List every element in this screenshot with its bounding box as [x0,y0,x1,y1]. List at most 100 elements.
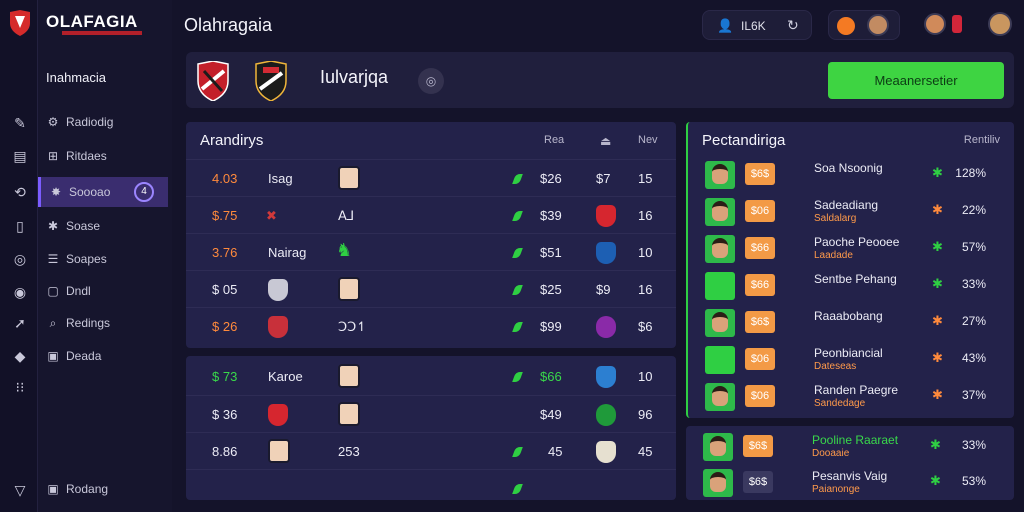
user-icon: 👤 [717,18,734,33]
bolt-icon: ✱ [47,219,59,233]
match-row[interactable]: 8.86 253 45 45 [186,432,676,469]
arrow-icon[interactable]: ➚ [12,315,28,331]
sidebar-item-ritdaes[interactable]: ⊞ Ritdaes [38,141,168,171]
value-cell: $49 [540,407,562,422]
sidebar-item-label: Soapes [66,252,107,266]
player-sub: Sandedage [814,398,866,409]
sidebar-item-label: Dndl [66,284,91,298]
left-rail: ✎ ▤ ⟲ ▯ ◎ ◉ ➚ ◆ ⁝⁝ ▽ [0,0,38,512]
info-icon[interactable]: ◎ [418,68,444,94]
team-badge-icon [268,279,288,301]
sidebar-item-label: Radiodig [66,115,114,129]
ranking-row[interactable]: $6$ Pooline Raaraet Dooaaie ✱ 33% [686,428,1014,465]
notification-pill[interactable] [918,10,972,40]
ranking-row[interactable]: $6$ Soa Nsoonig ✱ 128% [688,156,1014,193]
amount-badge: $6$ [745,163,775,185]
ranking-row[interactable]: $66 Paoche Peooee Laadade ✱ 57% [688,230,1014,267]
odds-value: $ 73 [212,369,238,384]
match-row[interactable] [186,469,676,500]
star-icon: ✱ [932,350,943,365]
match-row[interactable]: $ 05 $25 $9 16 [186,270,676,307]
amount-badge: $6$ [743,471,773,493]
player-name: Soa Nsoonig [814,161,883,175]
box-icon: ▣ [47,482,59,496]
percent-value: 22% [961,203,986,217]
ranking-row[interactable]: $66 Sentbe Pehang ✱ 33% [688,267,1014,304]
check-icon [512,285,523,295]
player-name: Pooline Raaraet [812,433,899,447]
value-cell: $25 [540,282,562,297]
ranking-row[interactable]: $6$ Pesanvis Vaig Paianonge ✱ 53% [686,464,1014,501]
primary-action-button[interactable]: Meaanersetier [828,62,1004,99]
team-badge-icon [596,366,616,388]
value-cell: $6 [638,319,653,334]
match-row[interactable]: $ 36 $49 96 [186,395,676,432]
ranking-row[interactable]: $06 Peonbiancial Dateseas ✱ 43% [688,341,1014,378]
percent-value: 37% [961,388,986,402]
sidebar-item-soooao[interactable]: ✸ Soooao 4 [38,177,168,207]
user-balance-pill[interactable]: 👤 IL6K ↻ [702,10,812,40]
team-badge-icon [596,441,616,463]
value-cell: 45 [548,444,563,459]
odds-value: $.75 [212,208,238,223]
amount-badge: $66 [745,274,775,296]
team-crest-home-icon [197,61,229,101]
user-avatar[interactable] [924,13,946,35]
shield-logo-icon[interactable] [9,10,31,36]
match-row[interactable]: $ 26 ꓛꓛ↿ $99 $6 [186,307,676,344]
value-cell: $51 [540,245,562,260]
match-row[interactable]: 3.76 Nairag ♞ $51 10 [186,233,676,270]
match-row[interactable]: 4.03 Isag $26 $7 15 [186,159,676,196]
panel-title: Arandirys [200,132,264,149]
target-icon[interactable]: ◉ [12,284,28,300]
match-row[interactable]: $ 73 Karoe $66 10 [186,358,676,395]
player-name: Paoche Peooee [814,235,900,249]
player-name: Pesanvis Vaig [812,469,888,483]
refresh-icon[interactable]: ↻ [787,17,799,34]
player-name: Randen Paegre [814,383,899,397]
odds-value: 3.76 [212,245,238,260]
sidebar-item-soase[interactable]: ✱ Soase [38,211,168,241]
player-avatar [338,166,360,190]
sliders-icon[interactable]: ⁝⁝ [12,379,28,395]
sync-icon[interactable]: ⟲ [12,184,28,200]
player-name: Peonbiancial [814,346,883,360]
value-cell: 16 [638,208,653,223]
player-avatar [268,439,290,463]
sidebar-item-label: Soooao [69,185,111,199]
circle-icon[interactable]: ◎ [12,251,28,267]
player-sub: Paianonge [812,484,860,495]
value-cell: $26 [540,171,562,186]
column-header: Nev [638,134,658,146]
player-avatar [705,346,735,374]
star-icon: ✱ [932,387,943,402]
pin-icon[interactable]: ◆ [12,348,28,364]
sidebar-item-radiodig[interactable]: ⚙ Radiodig [38,107,168,137]
sidebar-item-soapes[interactable]: ☰ Soapes [38,244,168,274]
sidebar-item-deada[interactable]: ▣ Deada [38,341,168,371]
odds-value: $ 36 [212,407,238,422]
player-sub: Dooaaie [812,448,850,459]
ranking-row[interactable]: $06 Randen Paegre Sandedage ✱ 37% [688,378,1014,415]
match-row[interactable]: $.75 ✖ ꓮ⅃ $39 16 [186,196,676,233]
tablet-icon[interactable]: ▯ [12,218,28,234]
star-icon: ✱ [932,239,943,254]
profile-icon[interactable] [988,12,1012,36]
down-icon[interactable]: ▽ [12,482,28,498]
grid-icon[interactable]: ▤ [12,148,28,164]
avatar-icon[interactable] [867,14,889,36]
crossed-swords-icon: ✖ [266,208,277,223]
sidebar-item-dndl[interactable]: ▢ Dndl [38,276,168,306]
ranking-row[interactable]: $6$ Raaabobang ✱ 27% [688,304,1014,341]
team-name: Isag [268,171,293,186]
player-sub: Dateseas [814,361,857,372]
percent-value: 128% [955,166,986,180]
notification-icon[interactable] [952,15,962,33]
pencil-icon[interactable]: ✎ [12,115,28,131]
sidebar-item-rodang[interactable]: ▣ Rodang [38,474,168,504]
value-cell: 16 [638,282,653,297]
ranking-row[interactable]: $06 Sadeadiang Saldalarg ✱ 22% [688,193,1014,230]
percent-value: 57% [961,240,986,254]
coins-pill[interactable] [828,10,900,40]
sidebar-item-redings[interactable]: ⌕ Redings [38,308,168,338]
